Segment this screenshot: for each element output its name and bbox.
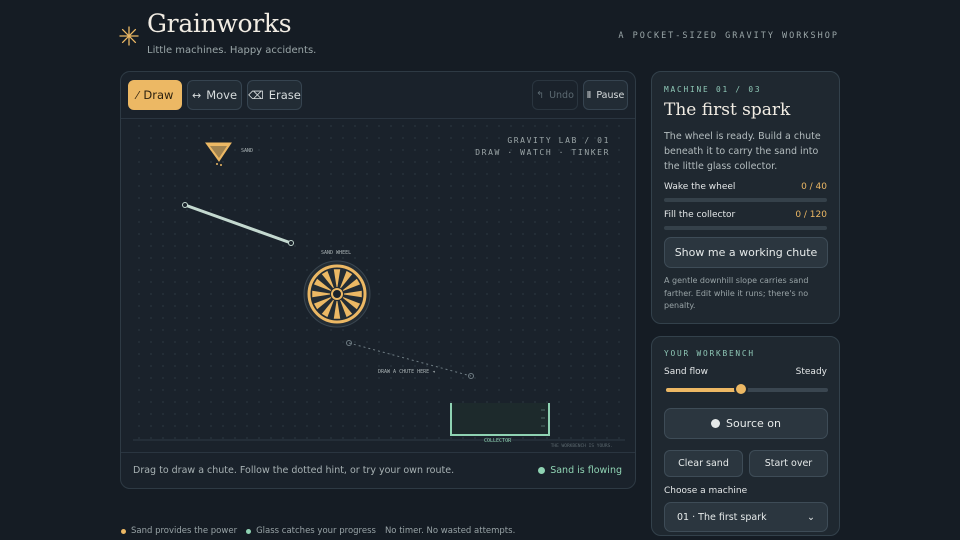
machine-title: The first spark: [664, 100, 791, 120]
machine-tip: A gentle downhill slope carries sand far…: [664, 276, 809, 310]
workbench-card: YOUR WORKBENCH Sand flow Steady Source o…: [651, 336, 840, 536]
chute-hint-label: DRAW A CHUTE HERE ◂: [378, 369, 436, 375]
draw-tool-button[interactable]: ⁄ Draw: [128, 80, 182, 110]
footer-item-sand: Sand provides the power: [121, 526, 237, 536]
footer-text: Glass catches your progress: [256, 526, 376, 536]
sand-flow-slider-handle[interactable]: [733, 382, 748, 396]
app-subtitle: Little machines. Happy accidents.: [147, 45, 317, 56]
undo-icon: ↰: [536, 89, 545, 101]
machine-counter: MACHINE 01 / 03: [664, 85, 762, 94]
pause-icon: Ⅱ: [586, 89, 592, 101]
erase-tool-label: Erase: [268, 88, 301, 102]
draw-tool-label: Draw: [143, 88, 174, 102]
sand-label: SAND: [241, 148, 254, 154]
clear-sand-button[interactable]: Clear sand: [664, 450, 743, 477]
sand-flow-label: Sand flow: [664, 367, 709, 377]
footer-dot: [121, 528, 126, 534]
footer-item-timer: No timer. No wasted attempts.: [385, 526, 515, 536]
wheel-label: SAND WHEEL: [321, 250, 352, 256]
app-title: Grainworks: [147, 9, 292, 38]
goal-collector-value: 0 / 120: [795, 210, 827, 220]
workspace-panel: ⁄ Draw ↔ Move ⌫ Erase ↰ Undo Ⅱ Pause GRA…: [120, 71, 636, 489]
flow-status-dot: [538, 467, 546, 474]
sand-wheel[interactable]: [303, 260, 371, 328]
show-working-chute-button[interactable]: Show me a working chute: [664, 237, 828, 268]
footer-legend: Sand provides the power Glass catches yo…: [121, 526, 515, 536]
start-over-button[interactable]: Start over: [749, 450, 828, 477]
chevron-down-icon: ⌄: [807, 511, 815, 523]
move-tool-label: Move: [206, 88, 238, 102]
source-indicator-dot: [711, 419, 720, 428]
footer-text: Sand provides the power: [131, 526, 238, 536]
status-hint: Drag to draw a chute. Follow the dotted …: [133, 465, 455, 476]
toolbar: ⁄ Draw ↔ Move ⌫ Erase ↰ Undo Ⅱ Pause: [121, 72, 635, 119]
move-tool-button[interactable]: ↔ Move: [187, 80, 242, 110]
footer-text: No timer. No wasted attempts.: [384, 526, 516, 536]
lab-title: GRAVITY LAB / 01: [507, 136, 610, 145]
sand-source-icon[interactable]: [205, 142, 232, 166]
choose-machine-label: Choose a machine: [664, 486, 748, 496]
sand-flow-value: Steady: [795, 367, 827, 377]
move-arrows-icon: ↔: [191, 88, 202, 102]
machine-card: MACHINE 01 / 03 The first spark The whee…: [651, 71, 840, 324]
source-toggle-label: Source on: [726, 417, 781, 430]
footer-item-glass: Glass catches your progress: [246, 526, 376, 536]
workbench-heading: YOUR WORKBENCH: [664, 349, 755, 358]
goal-collector-progress: [664, 226, 827, 230]
app-tagline: A POCKET-SIZED GRAVITY WORKSHOP: [618, 31, 839, 41]
goal-wheel-label: Wake the wheel: [664, 182, 736, 192]
drawn-chute[interactable]: [183, 203, 293, 245]
machine-description: The wheel is ready. Build a chute beneat…: [664, 131, 821, 172]
pause-label: Pause: [596, 89, 625, 101]
lab-subtitle: DRAW · WATCH · TINKER: [475, 148, 610, 157]
goal-wheel-progress: [664, 198, 827, 202]
undo-label: Undo: [549, 89, 574, 101]
flow-status-text: Sand is flowing: [550, 465, 622, 476]
canvas-drawing: [133, 142, 625, 441]
chute-handle-start[interactable]: [182, 202, 188, 208]
goal-collector-label: Fill the collector: [664, 210, 736, 220]
source-toggle-button[interactable]: Source on: [664, 408, 828, 439]
collector-label: COLLECTOR: [484, 438, 512, 444]
floor-note: THE WORKBENCH IS YOURS.: [550, 444, 613, 449]
goal-wheel-value: 0 / 40: [801, 182, 827, 192]
erase-tool-button[interactable]: ⌫ Erase: [247, 80, 302, 110]
chute-handle-end[interactable]: [288, 240, 294, 246]
undo-button[interactable]: ↰ Undo: [532, 80, 578, 110]
pencil-icon: ⁄: [136, 88, 139, 102]
machine-select-value: 01 · The first spark: [677, 511, 767, 523]
sun-burst-icon: [119, 26, 139, 46]
footer-dot: [246, 528, 252, 534]
gravity-canvas[interactable]: GRAVITY LAB / 01 DRAW · WATCH · TINKER S…: [133, 120, 625, 449]
eraser-icon: ⌫: [248, 88, 264, 102]
pause-button[interactable]: Ⅱ Pause: [583, 80, 628, 110]
status-bar: Drag to draw a chute. Follow the dotted …: [121, 452, 635, 488]
flow-status: Sand is flowing: [538, 465, 622, 476]
machine-select[interactable]: 01 · The first spark ⌄: [664, 502, 828, 532]
glass-collector: [450, 403, 550, 436]
